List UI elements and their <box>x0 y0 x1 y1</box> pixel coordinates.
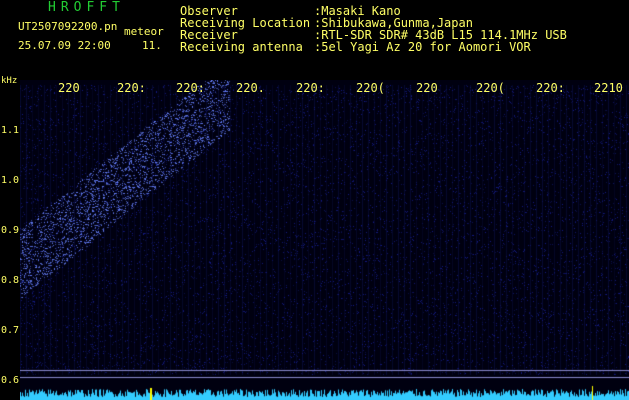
timestamp: 25.07.09 22:00 <box>18 39 111 52</box>
app-title: HROFFT <box>48 0 125 15</box>
x-tick-label: 220. <box>236 81 265 95</box>
x-tick-label: 220: <box>117 81 146 95</box>
x-tick-label: 220: <box>296 81 325 95</box>
y-tick-label: 0.9 <box>1 225 20 236</box>
x-tick-label: 220 <box>58 81 80 95</box>
counter: 11. <box>142 39 162 52</box>
x-tick-label: 2210 <box>594 81 623 95</box>
antenna-value: :5el Yagi Az 20 for Aomori VOR <box>314 40 531 54</box>
x-tick-label: 220( <box>476 81 505 95</box>
y-tick-label: 1.1 <box>1 125 20 136</box>
file-name: UT2507092200.pn <box>18 20 118 33</box>
x-tick-label: 220 <box>416 81 438 95</box>
x-tick-label: 220( <box>356 81 385 95</box>
mode-label: meteor <box>124 25 164 38</box>
y-tick-label: 1.0 <box>1 175 20 186</box>
frequency-unit-label: kHz <box>1 76 18 86</box>
x-tick-label: 220: <box>176 81 205 95</box>
antenna-label: Receiving antenna <box>180 40 303 54</box>
spectrogram-waterfall[interactable] <box>20 80 629 400</box>
x-tick-label: 220: <box>536 81 565 95</box>
y-tick-label: 0.7 <box>1 325 20 336</box>
y-tick-label: 0.6 <box>1 375 20 386</box>
y-tick-label: 0.8 <box>1 275 20 286</box>
